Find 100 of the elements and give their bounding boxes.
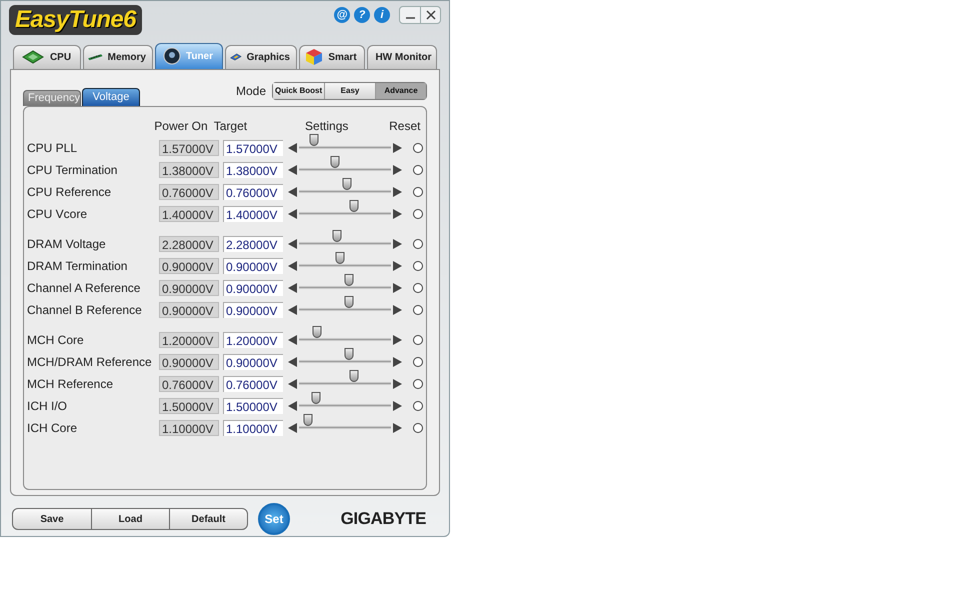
target-field[interactable]: 1.38000V xyxy=(223,162,283,178)
left-arrow-button[interactable] xyxy=(288,356,298,367)
reset-radio-button[interactable] xyxy=(413,186,423,197)
left-arrow-button[interactable] xyxy=(288,208,298,219)
subtab[interactable]: Voltage xyxy=(82,88,140,106)
reset-radio-button[interactable] xyxy=(413,164,423,175)
slider-track[interactable] xyxy=(299,348,391,366)
slider-thumb[interactable] xyxy=(312,392,321,404)
left-arrow-button[interactable] xyxy=(288,334,298,345)
info-button[interactable]: i xyxy=(374,7,390,23)
left-arrow-button[interactable] xyxy=(288,304,298,315)
slider-thumb[interactable] xyxy=(344,274,354,286)
right-arrow-button[interactable] xyxy=(392,334,402,345)
setting-label: DRAM Voltage xyxy=(27,236,107,253)
slider-track[interactable] xyxy=(299,134,391,152)
target-field[interactable]: 0.90000V xyxy=(223,280,283,296)
right-arrow-button[interactable] xyxy=(392,356,402,367)
left-arrow-button[interactable] xyxy=(288,282,298,293)
slider-track[interactable] xyxy=(299,414,391,432)
slider-track[interactable] xyxy=(299,156,391,174)
slider-track[interactable] xyxy=(299,296,391,314)
help-button[interactable]: ? xyxy=(354,7,370,23)
target-field[interactable]: 1.57000V xyxy=(223,140,283,156)
chip-icon xyxy=(20,50,45,64)
reset-radio-button[interactable] xyxy=(413,208,423,219)
target-field[interactable]: 0.76000V xyxy=(223,376,283,392)
mode-button[interactable]: Quick Boost xyxy=(273,82,324,99)
footer-button[interactable]: Default xyxy=(169,509,247,530)
footer-button[interactable]: Load xyxy=(91,509,169,530)
slider-track[interactable] xyxy=(299,370,391,388)
slider-thumb[interactable] xyxy=(350,200,359,212)
right-arrow-button[interactable] xyxy=(392,164,402,175)
right-arrow-button[interactable] xyxy=(392,260,402,271)
reset-radio-button[interactable] xyxy=(413,334,423,345)
slider-thumb[interactable] xyxy=(304,414,313,426)
mode-button[interactable]: Advance xyxy=(375,82,426,99)
target-field[interactable]: 1.40000V xyxy=(223,206,283,222)
reset-radio-button[interactable] xyxy=(413,356,423,367)
slider-thumb[interactable] xyxy=(332,230,342,242)
slider-thumb[interactable] xyxy=(330,156,340,168)
slider-thumb[interactable] xyxy=(342,178,352,190)
right-arrow-button[interactable] xyxy=(392,238,402,249)
target-field[interactable]: 0.90000V xyxy=(223,302,283,318)
left-arrow-button[interactable] xyxy=(288,400,298,411)
right-arrow-button[interactable] xyxy=(392,378,402,389)
slider-track[interactable] xyxy=(299,392,391,410)
reset-radio-button[interactable] xyxy=(413,378,423,389)
reset-radio-button[interactable] xyxy=(413,400,423,411)
target-field[interactable]: 1.20000V xyxy=(223,332,283,348)
slider-track[interactable] xyxy=(299,178,391,196)
slider-track[interactable] xyxy=(299,326,391,344)
slider-thumb[interactable] xyxy=(344,348,354,360)
reset-radio-button[interactable] xyxy=(413,238,423,249)
target-field[interactable]: 0.90000V xyxy=(223,258,283,274)
slider-track[interactable] xyxy=(299,230,391,248)
setting-label: Channel A Reference xyxy=(27,280,142,297)
app-logo: EasyTune6 xyxy=(9,5,142,35)
right-arrow-button[interactable] xyxy=(392,282,402,293)
tab[interactable]: Graphics xyxy=(225,44,297,69)
reset-radio-button[interactable] xyxy=(413,282,423,293)
left-arrow-button[interactable] xyxy=(288,142,298,153)
left-arrow-button[interactable] xyxy=(288,378,298,389)
tab[interactable]: Smart xyxy=(299,44,365,69)
left-arrow-button[interactable] xyxy=(288,186,298,197)
right-arrow-button[interactable] xyxy=(392,304,402,315)
left-arrow-button[interactable] xyxy=(288,260,298,271)
slider-thumb[interactable] xyxy=(335,252,344,264)
email-button[interactable]: @ xyxy=(334,7,350,23)
right-arrow-button[interactable] xyxy=(392,400,402,411)
mode-button[interactable]: Easy xyxy=(324,82,375,99)
tab[interactable]: HW Monitor xyxy=(367,44,437,69)
target-field[interactable]: 1.50000V xyxy=(223,398,283,414)
target-field[interactable]: 1.10000V xyxy=(223,420,283,436)
target-field[interactable]: 2.28000V xyxy=(223,236,283,252)
slider-track[interactable] xyxy=(299,274,391,292)
target-field[interactable]: 0.90000V xyxy=(223,354,283,370)
setting-label: MCH/DRAM Reference xyxy=(27,354,153,371)
reset-radio-button[interactable] xyxy=(413,304,423,315)
left-arrow-button[interactable] xyxy=(288,422,298,433)
slider-track[interactable] xyxy=(299,200,391,218)
slider-thumb[interactable] xyxy=(312,326,322,338)
left-arrow-button[interactable] xyxy=(288,238,298,249)
tab[interactable]: Memory xyxy=(83,44,153,69)
tab[interactable]: CPU xyxy=(13,44,81,69)
slider-thumb[interactable] xyxy=(344,296,354,308)
power-on-value: 1.57000V xyxy=(159,140,219,156)
right-arrow-button[interactable] xyxy=(392,208,402,219)
reset-radio-button[interactable] xyxy=(413,260,423,271)
left-arrow-button[interactable] xyxy=(288,164,298,175)
right-arrow-button[interactable] xyxy=(392,186,402,197)
target-field[interactable]: 0.76000V xyxy=(223,184,283,200)
footer-button[interactable]: Save xyxy=(13,509,91,530)
slider-thumb[interactable] xyxy=(309,134,318,146)
slider-track[interactable] xyxy=(299,252,391,270)
slider-thumb[interactable] xyxy=(350,370,359,382)
reset-radio-button[interactable] xyxy=(413,422,423,433)
reset-radio-button[interactable] xyxy=(413,142,423,153)
cube-icon xyxy=(305,48,324,66)
right-arrow-button[interactable] xyxy=(392,142,402,153)
right-arrow-button[interactable] xyxy=(392,422,402,433)
